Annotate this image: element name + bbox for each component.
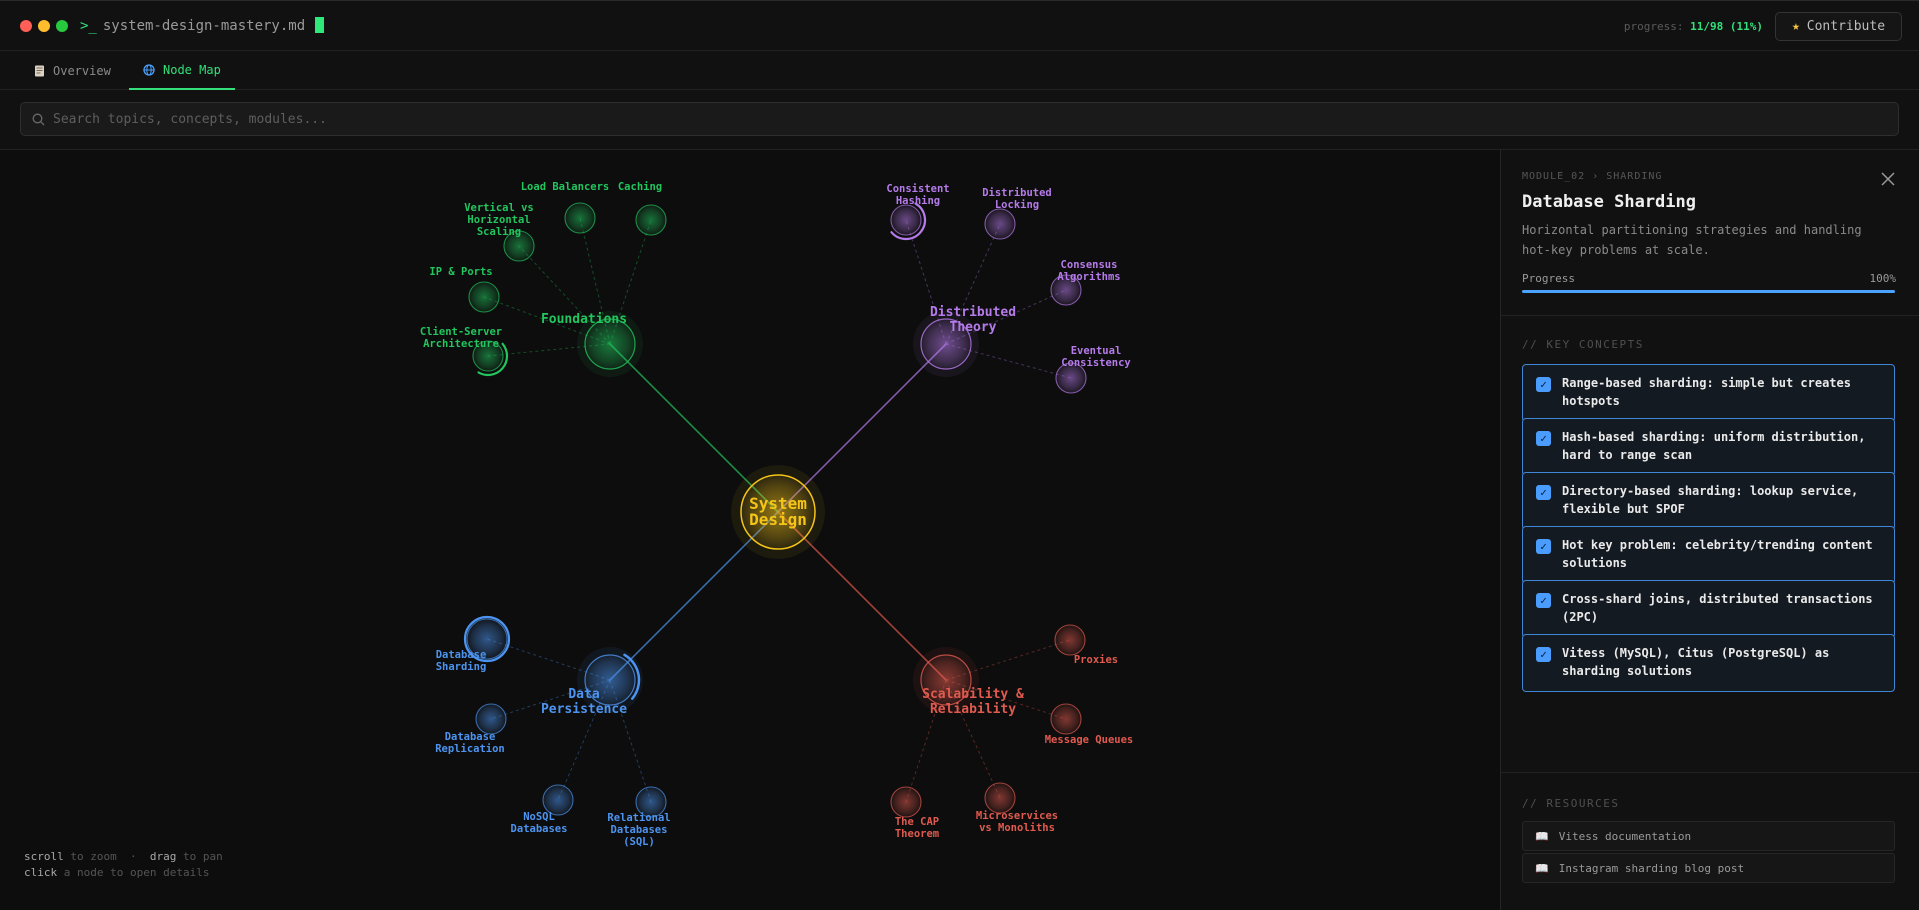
file-name: system-design-mastery.md [102,18,306,34]
topic-label: Eventual Consistency [1061,345,1131,369]
resources-heading: // RESOURCES [1522,797,1620,810]
topic-label: Relational Databases (SQL) [607,812,670,848]
concept-text: Hot key problem: celebrity/trending cont… [1562,538,1873,570]
concept-text: Directory-based sharding: lookup service… [1562,484,1859,516]
root-node-label: System Design [749,494,807,529]
concept-item[interactable]: ✓ Directory-based sharding: lookup servic… [1522,472,1895,530]
hint-line-2: click a node to open details [24,866,210,879]
concept-item[interactable]: ✓ Hash-based sharding: uniform distributi… [1522,418,1895,476]
topic-node[interactable] [564,202,596,234]
topic-node[interactable] [635,204,667,236]
node-map-graph[interactable]: FoundationsLoad Balancers CachingVertical… [0,150,1500,910]
search-box [20,102,1899,136]
topic-label: Consensus Algorithms [1057,259,1120,283]
overall-progress-value: 11/98 (11%) [1690,20,1763,33]
topic-label: The CAP Theorem [895,816,939,840]
tab-overview[interactable]: Overview [20,51,125,90]
concept-item[interactable]: ✓ Vitess (MySQL), Citus (PostgreSQL) as s… [1522,634,1895,692]
minimize-window-dot[interactable] [38,20,50,32]
progress-percent: 100% [1869,272,1897,285]
key-concepts-heading: // KEY CONCEPTS [1522,338,1644,351]
tab-node-map[interactable]: Node Map [129,51,235,90]
progress-bar [1522,290,1895,293]
panel-description: Horizontal partitioning strategies and h… [1522,223,1862,257]
contribute-label: Contribute [1806,19,1886,34]
globe-icon [143,63,155,76]
search-bar-area [0,90,1919,150]
checkbox-checked-icon[interactable]: ✓ [1536,431,1551,446]
tab-node-map-label: Node Map [163,62,221,77]
topic-label: Distributed Locking [982,187,1052,211]
topic-label: Proxies [1074,654,1118,666]
panel-title: Database Sharding [1522,192,1696,212]
divider [1501,772,1919,773]
hint-line-1: scroll to zoom · drag to pan [24,850,223,863]
title-bar: >_ system-design-mastery.md progress: 11/… [0,0,1919,51]
node-foundations-label: Foundations [541,312,627,327]
topic-label: IP & Ports [429,266,492,278]
file-title: >_ system-design-mastery.md [80,17,325,34]
book-icon: 📖 [1535,829,1549,843]
close-icon[interactable] [1879,170,1897,188]
concept-text: Vitess (MySQL), Citus (PostgreSQL) as sh… [1562,646,1830,678]
concept-item[interactable]: ✓ Cross-shard joins, distributed transact… [1522,580,1895,638]
topic-node[interactable] [890,786,922,818]
topic-label: Microservices vs Monoliths [976,810,1058,834]
progress-bar-fill [1522,290,1895,293]
search-icon [32,113,45,126]
topic-label: Database Sharding [436,649,487,673]
resource-link[interactable]: 📖 Vitess documentation [1522,821,1895,851]
concept-item[interactable]: ✓ Range-based sharding: simple but create… [1522,364,1895,422]
tab-bar: Overview Node Map [0,51,1919,90]
breadcrumb: MODULE_02 › SHARDING [1522,171,1663,182]
tab-overview-label: Overview [53,63,111,78]
close-window-dot[interactable] [20,20,32,32]
overall-progress-label: progress: [1623,20,1684,33]
topic-label: Consistent Hashing [886,183,949,207]
topic-label: Caching [618,181,662,193]
contribute-button[interactable]: ★ Contribute [1775,12,1902,41]
resource-label: Vitess documentation [1558,829,1692,843]
topic-node[interactable] [475,703,507,735]
search-input[interactable] [53,103,1873,135]
topic-label: Client-Server Architecture [420,326,502,350]
topic-node[interactable] [468,281,500,313]
topic-node[interactable] [1050,703,1082,735]
topic-label: Message Queues [1045,734,1134,746]
divider [1501,315,1919,316]
details-panel: MODULE_02 › SHARDING Database Sharding H… [1500,150,1919,910]
checkbox-checked-icon[interactable]: ✓ [1536,647,1551,662]
concept-text: Range-based sharding: simple but creates… [1562,376,1851,408]
topic-node[interactable] [984,208,1016,240]
checkbox-checked-icon[interactable]: ✓ [1536,539,1551,554]
topic-node[interactable] [890,204,922,236]
overall-progress: progress: 11/98 (11%) [1624,20,1763,33]
resource-link[interactable]: 📖 Instagram sharding blog post [1522,853,1895,883]
maximize-window-dot[interactable] [56,20,68,32]
topic-node[interactable] [1054,624,1086,656]
star-icon: ★ [1791,19,1800,34]
concept-text: Hash-based sharding: uniform distributio… [1562,430,1866,462]
book-icon: 📖 [1535,861,1549,875]
node-map-canvas[interactable]: Foundations Load Balancers Caching Vertical… [0,150,1500,910]
progress-label: Progress [1522,272,1575,285]
concept-item[interactable]: ✓ Hot key problem: celebrity/trending con… [1522,526,1895,584]
concept-text: Cross-shard joins, distributed transacti… [1562,592,1873,624]
topic-node[interactable] [984,782,1016,814]
document-icon [35,65,44,76]
topic-label: Database Replication [435,731,505,755]
node-scalability-label: Scalability & Reliability [922,687,1024,717]
checkbox-checked-icon[interactable]: ✓ [1536,377,1551,392]
resource-label: Instagram sharding blog post [1558,861,1745,875]
topic-label: Load Balancers [521,181,610,193]
checkbox-checked-icon[interactable]: ✓ [1536,593,1551,608]
prompt-symbol: >_ [80,18,97,34]
terminal-cursor [315,17,325,33]
checkbox-checked-icon[interactable]: ✓ [1536,485,1551,500]
